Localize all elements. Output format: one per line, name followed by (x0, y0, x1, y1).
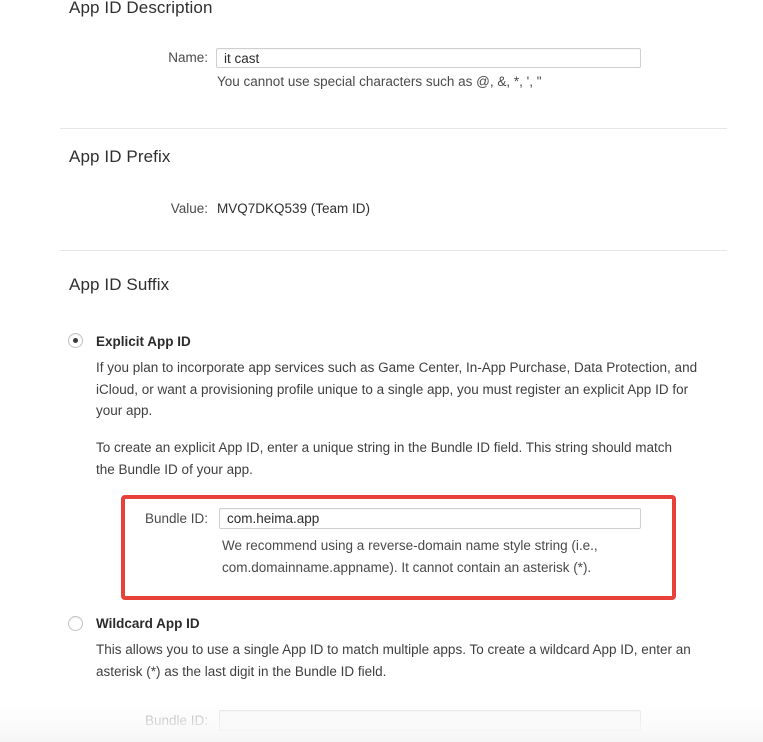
prefix-value-text: MVQ7DKQ539 (Team ID) (217, 201, 371, 216)
bundle-id-hint-line-1: We recommend using a reverse-domain name… (222, 538, 598, 553)
bundle-id-label-wildcard: Bundle ID: (144, 713, 208, 728)
section-heading-app-id-suffix: App ID Suffix (69, 275, 170, 294)
radio-label-explicit-app-id[interactable]: Explicit App ID (96, 334, 191, 349)
radio-explicit-app-id[interactable] (68, 333, 83, 348)
name-label: Name: (168, 50, 208, 65)
explicit-app-id-paragraph-1: If you plan to incorporate app services … (96, 360, 698, 418)
divider-after-prefix (60, 250, 727, 251)
app-id-registration-form: App ID Description Name: You cannot use … (0, 0, 763, 742)
radio-wildcard-app-id[interactable] (68, 616, 83, 631)
bundle-id-input-explicit[interactable] (219, 508, 641, 529)
bundle-id-label-explicit: Bundle ID: (144, 511, 208, 526)
radio-label-wildcard-app-id[interactable]: Wildcard App ID (96, 616, 200, 631)
wildcard-app-id-paragraph: This allows you to use a single App ID t… (96, 642, 691, 679)
section-heading-app-id-prefix: App ID Prefix (69, 147, 171, 166)
explicit-app-id-paragraph-2: To create an explicit App ID, enter a un… (96, 440, 673, 477)
bundle-id-hint-line-2: com.domainname.appname). It cannot conta… (222, 560, 592, 575)
divider-after-description (60, 128, 727, 129)
bundle-id-input-wildcard[interactable] (219, 710, 641, 731)
section-heading-app-id-description: App ID Description (69, 0, 213, 17)
name-input[interactable] (216, 48, 641, 68)
prefix-value-label: Value: (170, 201, 208, 216)
name-hint-text: You cannot use special characters such a… (217, 74, 542, 89)
